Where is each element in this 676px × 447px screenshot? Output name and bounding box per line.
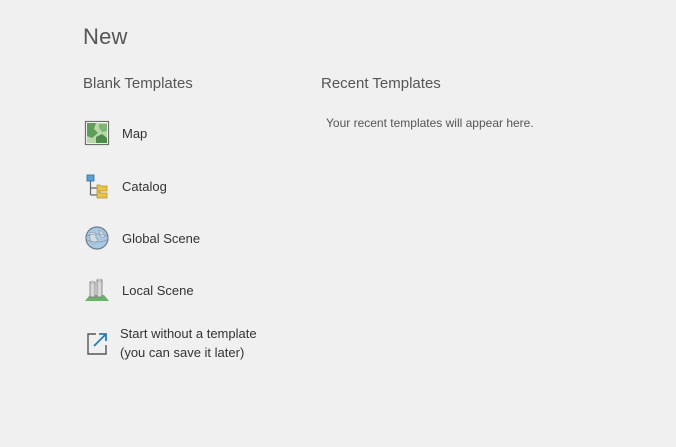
template-map[interactable]: Map [80, 118, 300, 148]
template-start-without-label: Start without a template (you can save i… [120, 324, 257, 362]
template-catalog[interactable]: Catalog [80, 171, 300, 201]
template-global-scene-label: Global Scene [122, 230, 201, 246]
template-catalog-label: Catalog [122, 178, 167, 194]
recent-templates-heading: Recent Templates [321, 75, 441, 92]
map-icon [84, 120, 110, 146]
template-global-scene[interactable]: Global Scene [80, 223, 300, 253]
template-local-scene[interactable]: Local Scene [80, 275, 300, 305]
template-start-without[interactable]: Start without a template (you can save i… [80, 322, 300, 364]
template-start-without-line2: (you can save it later) [120, 345, 245, 360]
template-map-label: Map [122, 125, 148, 141]
page-title: New [83, 24, 128, 49]
recent-templates-empty-message: Your recent templates will appear here. [326, 116, 534, 130]
template-start-without-line1: Start without a template [120, 326, 257, 341]
local-scene-icon [84, 277, 110, 303]
globe-icon [84, 225, 110, 251]
new-project-page: New Blank Templates Map Catalog Global S… [0, 0, 676, 447]
blank-templates-heading: Blank Templates [83, 75, 193, 92]
catalog-icon [84, 173, 110, 199]
template-local-scene-label: Local Scene [122, 282, 194, 298]
open-new-icon [84, 330, 110, 356]
